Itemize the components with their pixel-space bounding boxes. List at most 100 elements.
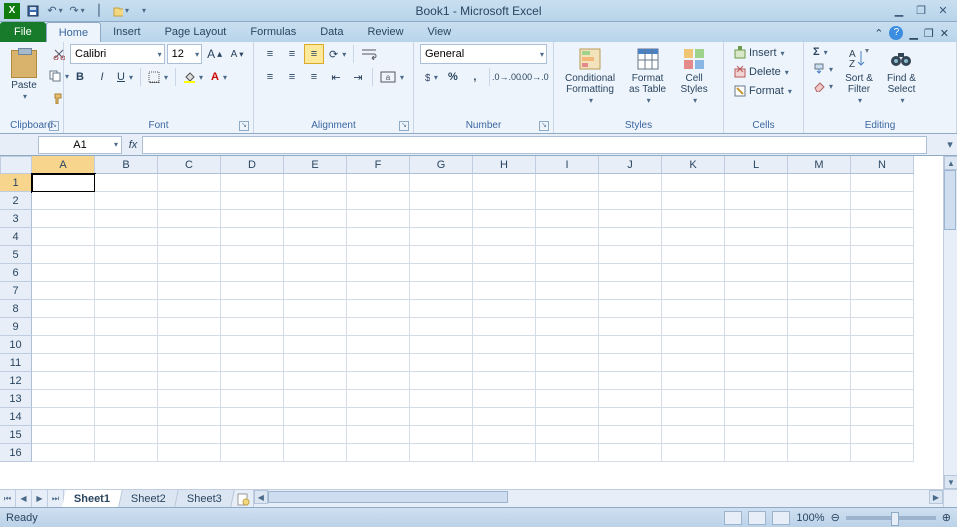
cell-H16[interactable] bbox=[473, 444, 536, 462]
row-header-4[interactable]: 4 bbox=[0, 228, 32, 246]
cell-C3[interactable] bbox=[158, 210, 221, 228]
percent-button[interactable]: % bbox=[443, 67, 463, 87]
cell-J12[interactable] bbox=[599, 372, 662, 390]
cell-C1[interactable] bbox=[158, 174, 221, 192]
row-header-16[interactable]: 16 bbox=[0, 444, 32, 462]
cell-N11[interactable] bbox=[851, 354, 914, 372]
cell-D10[interactable] bbox=[221, 336, 284, 354]
cell-E10[interactable] bbox=[284, 336, 347, 354]
cell-B15[interactable] bbox=[95, 426, 158, 444]
cell-B10[interactable] bbox=[95, 336, 158, 354]
cell-B11[interactable] bbox=[95, 354, 158, 372]
bold-button[interactable]: B bbox=[70, 67, 90, 87]
format-cells-button[interactable]: Format▾ bbox=[730, 82, 797, 100]
sheet-tab-sheet2[interactable]: Sheet2 bbox=[119, 490, 178, 507]
cell-A2[interactable] bbox=[32, 192, 95, 210]
increase-indent-button[interactable]: ⇥ bbox=[348, 67, 368, 87]
hscroll-thumb[interactable] bbox=[268, 491, 508, 503]
cell-G11[interactable] bbox=[410, 354, 473, 372]
cell-I10[interactable] bbox=[536, 336, 599, 354]
insert-function-button[interactable]: fx bbox=[124, 139, 142, 151]
cell-K2[interactable] bbox=[662, 192, 725, 210]
number-format-select[interactable]: General▾ bbox=[420, 44, 547, 64]
cell-B12[interactable] bbox=[95, 372, 158, 390]
sheet-tab-sheet1[interactable]: Sheet1 bbox=[62, 490, 123, 507]
restore-button[interactable]: ❐ bbox=[913, 4, 929, 18]
cell-M14[interactable] bbox=[788, 408, 851, 426]
cell-K11[interactable] bbox=[662, 354, 725, 372]
cell-M6[interactable] bbox=[788, 264, 851, 282]
cell-F3[interactable] bbox=[347, 210, 410, 228]
cell-K10[interactable] bbox=[662, 336, 725, 354]
fill-button[interactable]: ▾ bbox=[810, 61, 836, 77]
cell-I4[interactable] bbox=[536, 228, 599, 246]
cell-F14[interactable] bbox=[347, 408, 410, 426]
cell-A5[interactable] bbox=[32, 246, 95, 264]
align-bottom-button[interactable]: ≡ bbox=[304, 44, 324, 64]
new-sheet-button[interactable] bbox=[233, 490, 253, 507]
cell-L8[interactable] bbox=[725, 300, 788, 318]
row-header-1[interactable]: 1 bbox=[0, 174, 32, 192]
cell-K9[interactable] bbox=[662, 318, 725, 336]
cell-J10[interactable] bbox=[599, 336, 662, 354]
cell-G3[interactable] bbox=[410, 210, 473, 228]
cell-M16[interactable] bbox=[788, 444, 851, 462]
number-launcher[interactable]: ↘ bbox=[539, 121, 549, 131]
row-header-12[interactable]: 12 bbox=[0, 372, 32, 390]
row-header-15[interactable]: 15 bbox=[0, 426, 32, 444]
cell-M10[interactable] bbox=[788, 336, 851, 354]
cell-L13[interactable] bbox=[725, 390, 788, 408]
cell-D16[interactable] bbox=[221, 444, 284, 462]
cell-K7[interactable] bbox=[662, 282, 725, 300]
cell-M12[interactable] bbox=[788, 372, 851, 390]
cell-N7[interactable] bbox=[851, 282, 914, 300]
cell-C15[interactable] bbox=[158, 426, 221, 444]
save-button[interactable] bbox=[24, 2, 42, 20]
row-header-2[interactable]: 2 bbox=[0, 192, 32, 210]
cell-C16[interactable] bbox=[158, 444, 221, 462]
column-header-E[interactable]: E bbox=[284, 156, 347, 174]
cell-K4[interactable] bbox=[662, 228, 725, 246]
cell-C8[interactable] bbox=[158, 300, 221, 318]
cell-G10[interactable] bbox=[410, 336, 473, 354]
redo-button[interactable]: ↷▾ bbox=[68, 2, 86, 20]
italic-button[interactable]: I bbox=[92, 67, 112, 87]
cell-D6[interactable] bbox=[221, 264, 284, 282]
column-header-K[interactable]: K bbox=[662, 156, 725, 174]
font-launcher[interactable]: ↘ bbox=[239, 121, 249, 131]
cell-E11[interactable] bbox=[284, 354, 347, 372]
cell-J14[interactable] bbox=[599, 408, 662, 426]
zoom-level[interactable]: 100% bbox=[796, 512, 824, 524]
cell-B7[interactable] bbox=[95, 282, 158, 300]
cell-B8[interactable] bbox=[95, 300, 158, 318]
wb-minimize-button[interactable]: ▁ bbox=[909, 27, 917, 40]
cell-B2[interactable] bbox=[95, 192, 158, 210]
cell-N6[interactable] bbox=[851, 264, 914, 282]
cell-D14[interactable] bbox=[221, 408, 284, 426]
tab-review[interactable]: Review bbox=[355, 22, 415, 42]
align-top-button[interactable]: ≡ bbox=[260, 44, 280, 64]
row-header-10[interactable]: 10 bbox=[0, 336, 32, 354]
cell-N14[interactable] bbox=[851, 408, 914, 426]
cell-M3[interactable] bbox=[788, 210, 851, 228]
cell-F4[interactable] bbox=[347, 228, 410, 246]
cell-F1[interactable] bbox=[347, 174, 410, 192]
wb-restore-button[interactable]: ❐ bbox=[924, 27, 934, 40]
cell-D12[interactable] bbox=[221, 372, 284, 390]
cell-G8[interactable] bbox=[410, 300, 473, 318]
cell-B1[interactable] bbox=[95, 174, 158, 192]
cell-M7[interactable] bbox=[788, 282, 851, 300]
cell-J2[interactable] bbox=[599, 192, 662, 210]
clear-button[interactable]: ▾ bbox=[810, 78, 836, 94]
cell-H8[interactable] bbox=[473, 300, 536, 318]
cell-B9[interactable] bbox=[95, 318, 158, 336]
page-break-view-button[interactable] bbox=[772, 511, 790, 525]
cell-G5[interactable] bbox=[410, 246, 473, 264]
cell-H9[interactable] bbox=[473, 318, 536, 336]
cell-H3[interactable] bbox=[473, 210, 536, 228]
row-header-8[interactable]: 8 bbox=[0, 300, 32, 318]
cell-K15[interactable] bbox=[662, 426, 725, 444]
cell-B5[interactable] bbox=[95, 246, 158, 264]
cell-J13[interactable] bbox=[599, 390, 662, 408]
cell-F7[interactable] bbox=[347, 282, 410, 300]
